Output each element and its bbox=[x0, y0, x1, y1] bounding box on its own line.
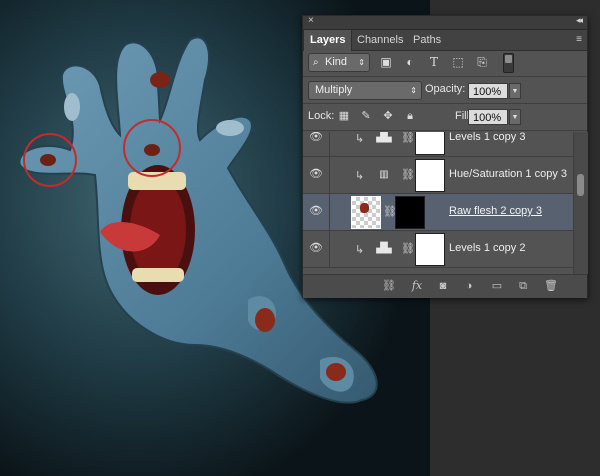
type-filter-icon[interactable]: T bbox=[427, 55, 441, 69]
opacity-dropdown-icon[interactable]: ▼ bbox=[509, 83, 521, 99]
layer-name[interactable]: Levels 1 copy 3 bbox=[449, 132, 525, 143]
visibility-eye-icon[interactable]: 👁︎ bbox=[309, 132, 323, 143]
close-icon[interactable]: × bbox=[308, 15, 314, 26]
panel-titlebar[interactable]: × ◂◂ bbox=[303, 15, 587, 30]
adjustment-filter-icon[interactable]: ◐ bbox=[403, 55, 417, 69]
link-layers-icon[interactable]: ⛓︎ bbox=[381, 279, 397, 293]
shape-filter-icon[interactable]: ⬚ bbox=[451, 55, 465, 69]
layer-thumbnail[interactable] bbox=[351, 196, 381, 229]
layer-row-selected[interactable]: 👁︎ ⛓︎ Raw flesh 2 copy 3 bbox=[303, 194, 573, 231]
new-group-icon[interactable]: ▭ bbox=[489, 279, 505, 293]
clipping-arrow-icon: ↳ bbox=[355, 170, 365, 182]
new-layer-icon[interactable]: ⧉ bbox=[515, 279, 531, 293]
fill-dropdown-icon[interactable]: ▼ bbox=[509, 109, 521, 125]
panel-tabs: Layers Channels Paths ≡ bbox=[303, 30, 587, 51]
search-icon: ⌕ bbox=[313, 57, 319, 68]
visibility-eye-icon[interactable]: 👁︎ bbox=[309, 205, 323, 217]
lock-label: Lock: bbox=[308, 110, 335, 122]
lock-image-pixels-icon[interactable]: ✎ bbox=[359, 109, 373, 123]
panel-bottom-toolbar: ⛓︎ fx ◙ ◑ ▭ ⧉ 🗑︎ bbox=[303, 274, 587, 298]
image-filter-icon[interactable]: ▣ bbox=[379, 55, 393, 69]
clipping-arrow-icon: ↳ bbox=[355, 244, 365, 256]
visibility-eye-icon[interactable]: 👁︎ bbox=[309, 242, 323, 254]
layers-panel: × ◂◂ Layers Channels Paths ≡ ⌕ Kind ⇕ ▣ … bbox=[302, 15, 588, 298]
layer-row[interactable]: 👁︎ ↳ ▥ ⛓︎ Hue/Saturation 1 copy 3 bbox=[303, 157, 573, 194]
panel-menu-icon[interactable]: ≡ bbox=[576, 34, 582, 45]
divider bbox=[303, 130, 587, 131]
fill-field[interactable]: 100% bbox=[468, 109, 508, 125]
blend-mode-select[interactable]: Multiply ⇕ bbox=[308, 81, 422, 100]
filter-toggle-switch[interactable] bbox=[503, 53, 514, 73]
layer-name[interactable]: Raw flesh 2 copy 3 bbox=[449, 205, 542, 217]
fx-icon[interactable]: fx bbox=[409, 279, 425, 293]
visibility-eye-icon[interactable]: 👁︎ bbox=[309, 168, 323, 180]
scrollbar-thumb[interactable] bbox=[577, 174, 584, 196]
chain-link-icon[interactable]: ⛓︎ bbox=[401, 132, 415, 144]
layer-mask-thumbnail[interactable] bbox=[415, 132, 445, 155]
lock-position-icon[interactable]: ✥ bbox=[381, 109, 395, 123]
layer-mask-thumbnail[interactable] bbox=[415, 233, 445, 266]
opacity-field[interactable]: 100% bbox=[468, 83, 508, 99]
blend-row: Multiply ⇕ Opacity: 100% ▼ bbox=[303, 79, 587, 101]
layer-name[interactable]: Hue/Saturation 1 copy 3 bbox=[449, 168, 567, 180]
chain-link-icon[interactable]: ⛓︎ bbox=[401, 168, 415, 181]
lock-transparency-icon[interactable]: ▦ bbox=[337, 109, 351, 123]
chevron-updown-icon: ⇕ bbox=[358, 58, 365, 67]
layers-list: 👁︎ ↳ ▟▙ ⛓︎ Levels 1 copy 3 👁︎ ↳ ▥ ⛓︎ Hue… bbox=[303, 132, 573, 274]
tab-paths[interactable]: Paths bbox=[407, 30, 447, 50]
filter-kind-select[interactable]: ⌕ Kind ⇕ bbox=[308, 53, 370, 72]
levels-adjustment-icon: ▟▙ bbox=[376, 243, 392, 254]
tab-layers[interactable]: Layers bbox=[303, 30, 353, 51]
chain-link-icon[interactable]: ⛓︎ bbox=[401, 242, 415, 255]
tab-channels[interactable]: Channels bbox=[351, 30, 409, 50]
divider bbox=[303, 76, 587, 77]
layers-scrollbar[interactable] bbox=[573, 132, 588, 274]
blend-mode-value: Multiply bbox=[315, 84, 353, 96]
lock-all-icon[interactable]: 🔒︎ bbox=[403, 109, 417, 123]
hue-saturation-adjustment-icon: ▥ bbox=[379, 169, 389, 180]
filter-row: ⌕ Kind ⇕ ▣ ◐ T ⬚ ⎘ bbox=[303, 51, 587, 75]
opacity-label: Opacity: bbox=[425, 83, 466, 95]
filter-kind-label: Kind bbox=[325, 56, 348, 68]
clipping-arrow-icon: ↳ bbox=[355, 133, 365, 145]
smart-object-filter-icon[interactable]: ⎘ bbox=[475, 55, 489, 69]
layer-mask-thumbnail[interactable] bbox=[395, 196, 425, 229]
layer-row[interactable]: 👁︎ ↳ ▟▙ ⛓︎ Levels 1 copy 2 bbox=[303, 231, 573, 268]
trash-icon[interactable]: 🗑︎ bbox=[543, 279, 559, 293]
layer-row[interactable]: 👁︎ ↳ ▟▙ ⛓︎ Levels 1 copy 3 bbox=[303, 132, 573, 157]
add-mask-icon[interactable]: ◙ bbox=[435, 279, 451, 293]
layer-name[interactable]: Levels 1 copy 2 bbox=[449, 242, 525, 254]
levels-adjustment-icon: ▟▙ bbox=[376, 132, 392, 143]
divider bbox=[303, 103, 587, 104]
lock-row: Lock: ▦ ✎ ✥ 🔒︎ Fill: 100% ▼ bbox=[303, 105, 587, 129]
collapse-icon[interactable]: ◂◂ bbox=[576, 15, 583, 26]
chevron-updown-icon: ⇕ bbox=[410, 86, 417, 95]
new-adjustment-icon[interactable]: ◑ bbox=[461, 279, 477, 293]
layer-mask-thumbnail[interactable] bbox=[415, 159, 445, 192]
